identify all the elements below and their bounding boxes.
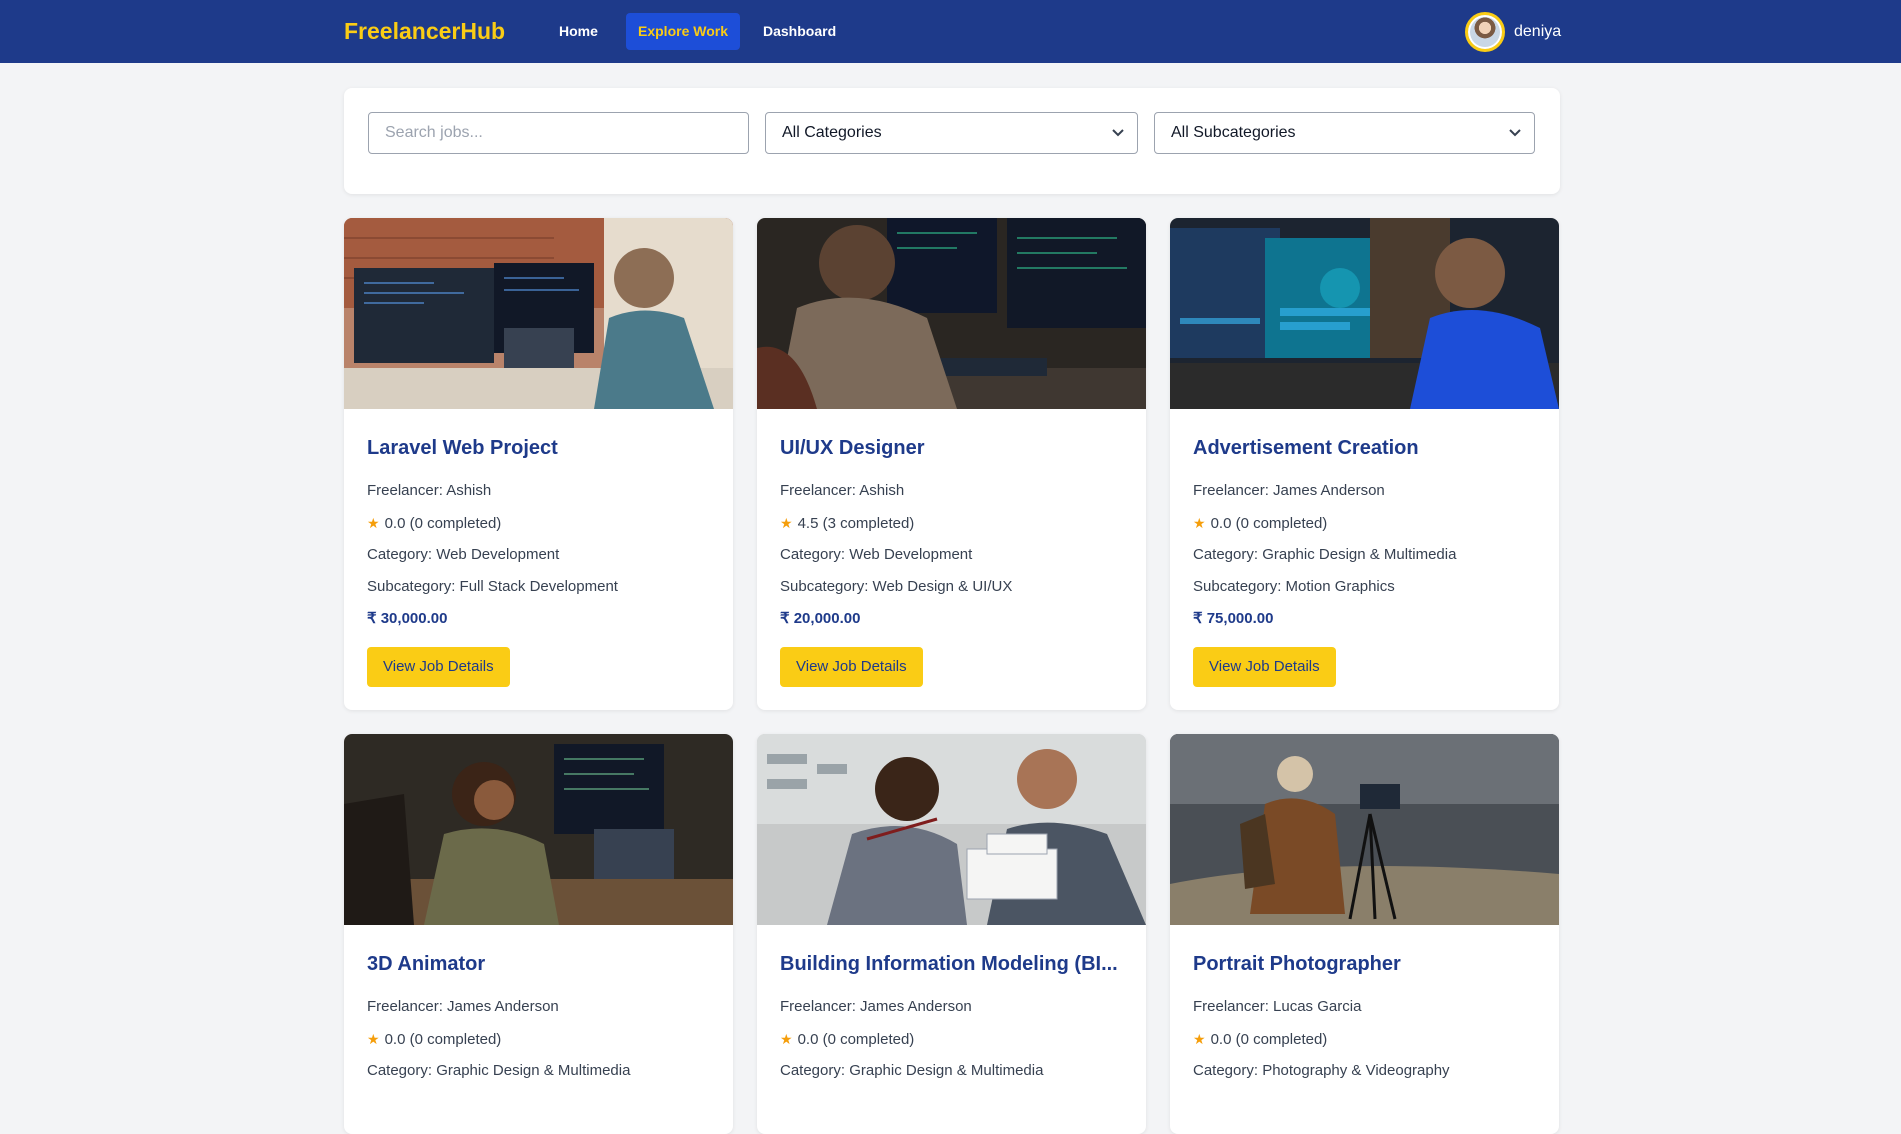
job-title[interactable]: Building Information Modeling (BI... [780,951,1123,977]
job-image-architecture-model [757,734,1146,925]
username: deniya [1514,23,1562,40]
nav-link-dashboard[interactable]: Dashboard [751,13,848,50]
job-card: UI/UX Designer Freelancer: Ashish ★ 4.5 (… [757,218,1146,710]
job-card: Laravel Web Project Freelancer: Ashish ★… [344,218,733,710]
job-rating: ★ 0.0 (0 completed) [1193,1023,1536,1055]
nav-link-home[interactable]: Home [547,13,610,50]
rating-text: 0.0 (0 completed) [384,515,502,532]
filter-card: Search jobs... All Categories All Subcat… [344,88,1560,194]
view-job-details-button[interactable]: View Job Details [367,647,510,687]
star-icon: ★ [1193,1031,1206,1047]
job-freelancer: Freelancer: Ashish [367,482,492,499]
job-category: Category: Web Development [780,546,973,563]
job-freelancer: Freelancer: James Anderson [780,998,972,1015]
job-category: Category: Graphic Design & Multimedia [780,1062,1044,1079]
subcategory-select[interactable]: All Subcategories [1154,112,1535,154]
rating-text: 4.5 (3 completed) [797,515,915,532]
job-price: ₹ 30,000.00 [367,610,448,627]
view-job-details-button[interactable]: View Job Details [780,647,923,687]
category-select[interactable]: All Categories [765,112,1138,154]
job-freelancer: Freelancer: James Anderson [367,998,559,1015]
job-category: Category: Photography & Videography [1193,1062,1450,1079]
job-title[interactable]: Portrait Photographer [1193,951,1536,977]
rating-text: 0.0 (0 completed) [797,1031,915,1048]
job-card: Advertisement Creation Freelancer: James… [1170,218,1559,710]
job-category: Category: Graphic Design & Multimedia [1193,546,1457,563]
job-price: ₹ 20,000.00 [780,610,861,627]
search-input[interactable]: Search jobs... [368,112,749,154]
job-title[interactable]: UI/UX Designer [780,435,1123,461]
job-price: ₹ 75,000.00 [1193,610,1274,627]
job-card: Building Information Modeling (BI... Fre… [757,734,1146,1134]
category-select-value: All Categories [782,124,882,141]
job-image-photographer-tripod [1170,734,1559,925]
job-image-animator-laptop [344,734,733,925]
nav-link-explore-work[interactable]: Explore Work [626,13,740,50]
brand-logo[interactable]: FreelancerHub [344,18,505,45]
star-icon: ★ [367,1031,380,1047]
view-job-details-button[interactable]: View Job Details [1193,647,1336,687]
star-icon: ★ [367,515,380,531]
job-title[interactable]: 3D Animator [367,951,710,977]
top-navbar: FreelancerHub Home Explore Work Dashboar… [0,0,1901,63]
job-image-designer-desk [757,218,1146,409]
job-freelancer: Freelancer: Ashish [780,482,905,499]
chevron-down-icon [1509,129,1521,137]
avatar [1465,12,1505,52]
job-title[interactable]: Advertisement Creation [1193,435,1536,461]
user-menu[interactable]: deniya [1465,12,1561,52]
job-card: 3D Animator Freelancer: James Anderson ★… [344,734,733,1134]
job-subcategory: Subcategory: Motion Graphics [1193,578,1395,595]
job-image-video-editor [1170,218,1559,409]
job-subcategory: Subcategory: Web Design & UI/UX [780,578,1013,595]
job-category: Category: Web Development [367,546,560,563]
job-rating: ★ 4.5 (3 completed) [780,507,1123,539]
job-card: Portrait Photographer Freelancer: Lucas … [1170,734,1559,1134]
job-image-developer-monitors [344,218,733,409]
job-freelancer: Freelancer: Lucas Garcia [1193,998,1362,1015]
star-icon: ★ [780,1031,793,1047]
rating-text: 0.0 (0 completed) [1210,515,1328,532]
job-subcategory: Subcategory: Full Stack Development [367,578,618,595]
rating-text: 0.0 (0 completed) [1210,1031,1328,1048]
star-icon: ★ [780,515,793,531]
subcategory-select-value: All Subcategories [1171,124,1296,141]
rating-text: 0.0 (0 completed) [384,1031,502,1048]
job-category: Category: Graphic Design & Multimedia [367,1062,631,1079]
job-rating: ★ 0.0 (0 completed) [1193,507,1536,539]
job-rating: ★ 0.0 (0 completed) [367,507,710,539]
job-rating: ★ 0.0 (0 completed) [367,1023,710,1055]
job-title[interactable]: Laravel Web Project [367,435,710,461]
star-icon: ★ [1193,515,1206,531]
job-rating: ★ 0.0 (0 completed) [780,1023,1123,1055]
chevron-down-icon [1112,129,1124,137]
job-freelancer: Freelancer: James Anderson [1193,482,1385,499]
